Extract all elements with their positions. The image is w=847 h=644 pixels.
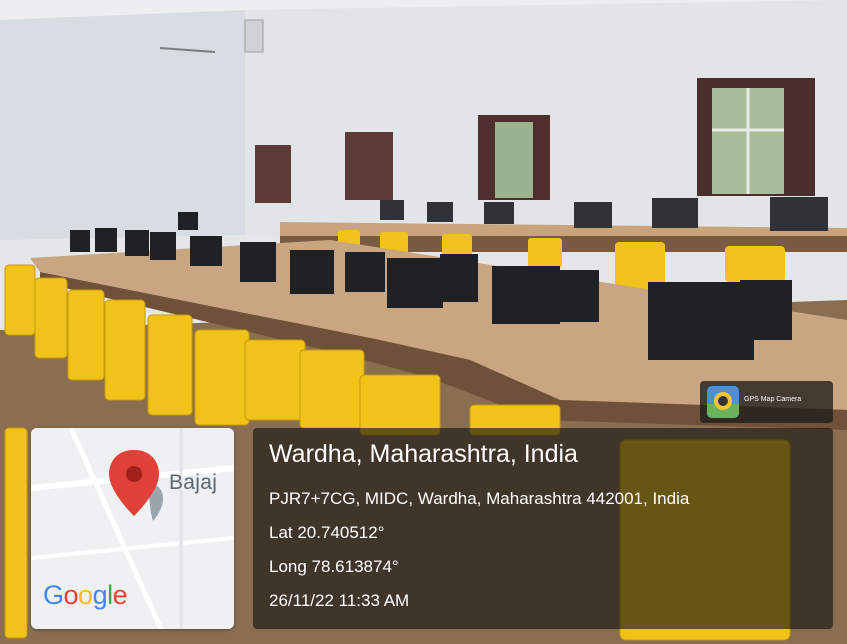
location-datetime: 26/11/22 11:33 AM [269, 591, 410, 610]
wall-fan [244, 19, 264, 53]
map-place-label: Bajaj [169, 471, 218, 494]
location-address: PJR7+7CG, MIDC, Wardha, Maharashtra 4420… [269, 489, 690, 508]
map-thumbnail[interactable]: Bajaj Google [31, 428, 234, 629]
location-latitude: Lat 20.740512° [269, 523, 385, 542]
google-logo: Google [43, 580, 128, 610]
location-info-panel: Wardha, Maharashtra, India PJR7+7CG, MID… [253, 428, 833, 629]
gps-map-camera-badge: GPS Map Camera [700, 381, 833, 423]
gps-map-camera-icon [707, 386, 739, 418]
location-title: Wardha, Maharashtra, India [269, 440, 578, 468]
badge-app-name: GPS Map Camera [744, 396, 802, 403]
location-longitude: Long 78.613874° [269, 557, 399, 576]
geotagged-photo: GPS Map Camera Bajaj Google Wardha, Maha… [0, 0, 847, 644]
left-wall [0, 10, 245, 240]
